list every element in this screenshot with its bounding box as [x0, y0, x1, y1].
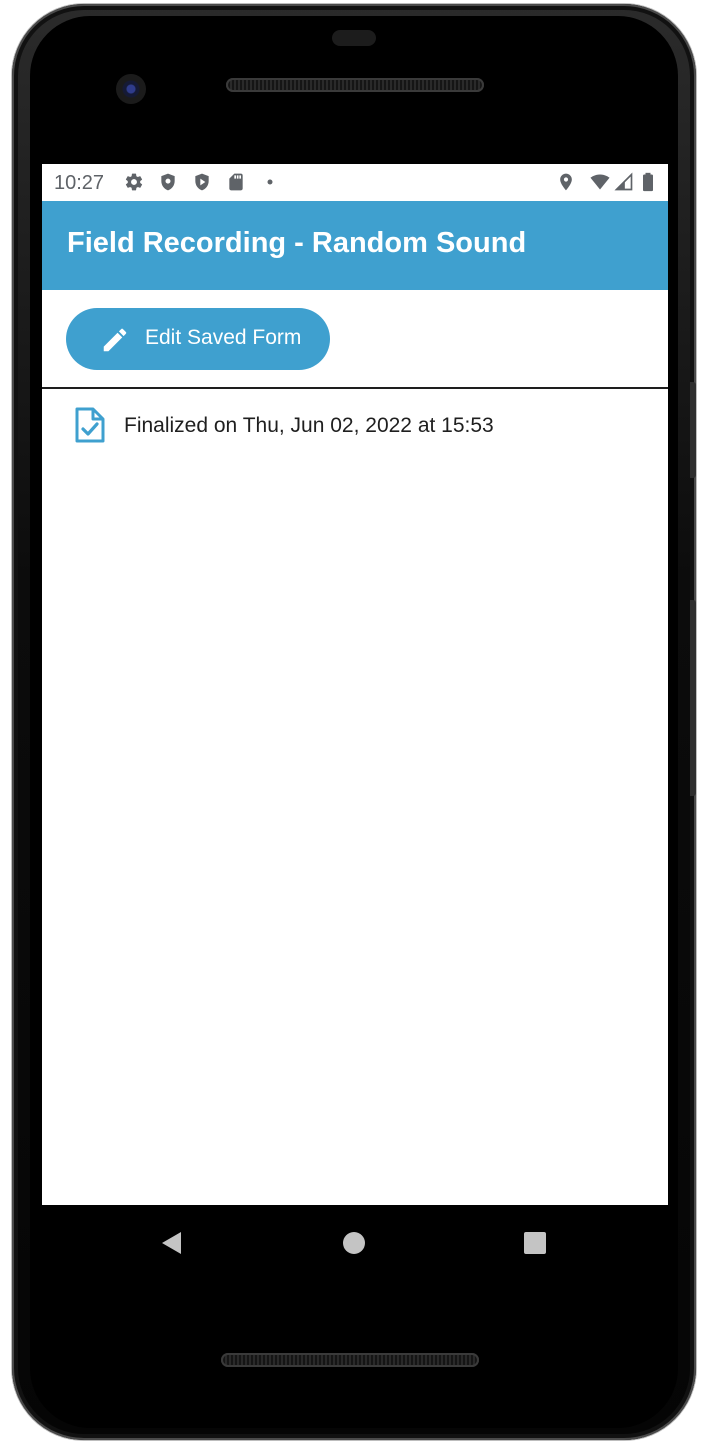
edit-saved-form-button[interactable]: Edit Saved Form	[66, 308, 330, 370]
pencil-icon	[103, 328, 127, 352]
wifi-icon	[590, 174, 610, 190]
sd-card-icon	[229, 173, 243, 191]
recents-icon[interactable]	[519, 1227, 551, 1259]
divider	[42, 387, 668, 389]
document-check-icon	[75, 407, 105, 443]
power-button	[690, 382, 696, 478]
app-bar: Field Recording - Random Sound	[42, 201, 668, 290]
play-shield-icon	[195, 173, 209, 191]
volume-button	[690, 600, 696, 796]
status-bar: 10:27	[42, 164, 668, 201]
device-screen: 10:27 Field Recording - Random Sound Edi…	[42, 164, 668, 1205]
notification-dot-icon	[267, 179, 273, 185]
signal-icon	[614, 172, 633, 191]
settings-icon	[125, 173, 143, 191]
earpiece	[332, 30, 376, 46]
location-icon	[560, 173, 572, 191]
front-camera	[116, 74, 146, 104]
form-status-row: Finalized on Thu, Jun 02, 2022 at 15:53	[42, 404, 668, 450]
top-speaker-grille	[226, 78, 484, 92]
bottom-speaker-grille	[221, 1353, 479, 1367]
edit-saved-form-label: Edit Saved Form	[145, 326, 302, 349]
back-icon[interactable]	[156, 1227, 188, 1259]
navigation-bar	[42, 1205, 668, 1281]
home-icon[interactable]	[338, 1227, 370, 1259]
page-title: Field Recording - Random Sound	[67, 227, 527, 259]
shield-icon	[161, 173, 175, 191]
status-time: 10:27	[54, 172, 105, 194]
finalized-status-text: Finalized on Thu, Jun 02, 2022 at 15:53	[124, 414, 494, 437]
battery-icon	[643, 172, 653, 192]
